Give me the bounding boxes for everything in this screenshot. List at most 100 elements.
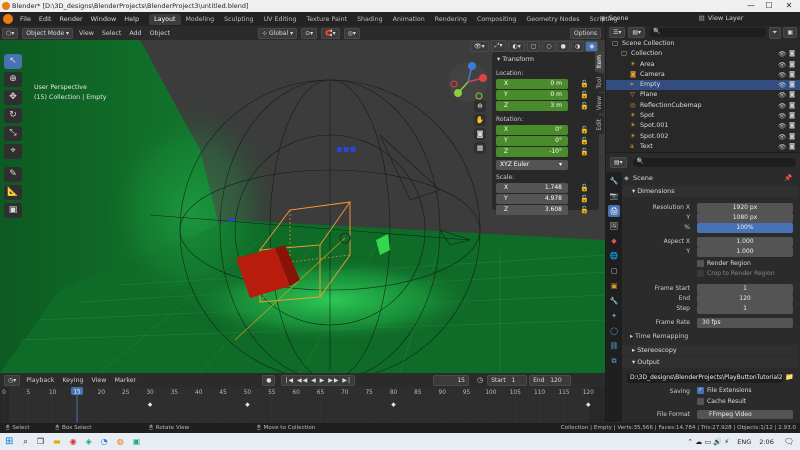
playback-controls[interactable]: |◀ ◀◀ ◀ ▶ ▶▶ ▶| [281, 374, 355, 386]
outliner-item[interactable]: ▢ Scene Collection [606, 39, 800, 49]
visibility-eye-icon[interactable]: 👁 [778, 61, 786, 69]
render-camera-icon[interactable]: ◙ [789, 71, 795, 78]
crop-region-checkbox[interactable]: Crop to Render Region [697, 270, 775, 277]
render-camera-icon[interactable]: ◙ [789, 122, 795, 129]
menu-object[interactable]: Object [150, 30, 171, 37]
outliner-editor-icon[interactable]: ☰▾ [609, 27, 626, 38]
annotate-icon[interactable]: ✎ [4, 167, 22, 182]
measure-icon[interactable]: 📐 [4, 185, 22, 200]
shading-rendered-icon[interactable]: ◉ [585, 40, 599, 52]
transform-icon[interactable]: ⌖ [4, 144, 22, 159]
visibility-eye-icon[interactable]: 👁 [778, 112, 786, 120]
collection-props-icon[interactable]: ▢ [608, 265, 620, 277]
shading-wireframe-icon[interactable]: ○ [542, 40, 556, 52]
render-camera-icon[interactable]: ◙ [789, 143, 795, 150]
menu-timeline-view[interactable]: View [92, 377, 107, 384]
menu-select[interactable]: Select [102, 30, 121, 37]
blender-menu-icon[interactable] [3, 14, 13, 24]
file-explorer-icon[interactable]: ▬ [53, 437, 61, 446]
output-props-icon[interactable]: 🖨 [608, 205, 620, 217]
outliner-search-input[interactable]: 🔍 [649, 28, 766, 37]
location-z-field[interactable]: Z3 m [496, 101, 568, 111]
pin-icon[interactable]: 📌 [784, 174, 792, 182]
scale-z-field[interactable]: Z 3.608 [496, 205, 568, 215]
cursor-icon[interactable]: ⊕ [4, 72, 22, 87]
location-y-field[interactable]: Y0 m [496, 90, 568, 100]
timeline-editor-icon[interactable]: ◷▾ [4, 374, 21, 386]
visibility-eye-icon[interactable]: 👁 [778, 102, 786, 110]
menu-add[interactable]: Add [129, 30, 141, 37]
edge-icon[interactable]: ◔ [101, 437, 108, 446]
tab-uv-editing[interactable]: UV Editing [259, 14, 302, 25]
scene-props-tab-icon[interactable]: ◆ [608, 235, 620, 247]
xray-icon[interactable]: ▢ [526, 40, 541, 52]
stereoscopy-section[interactable]: ▸ Stereoscopy [622, 345, 798, 356]
modifier-props-icon[interactable]: 🔧 [608, 295, 620, 307]
tab-view[interactable]: View [595, 93, 604, 114]
tab-geometry-nodes[interactable]: Geometry Nodes [521, 14, 584, 25]
snap-icon[interactable]: 🧲▾ [321, 27, 340, 39]
data-props-icon[interactable]: ⧉ [608, 355, 620, 367]
aspect-y-field[interactable]: 1.000 [697, 247, 793, 257]
gizmo-toggle-icon[interactable]: ⤢▾ [490, 40, 507, 52]
frame-step-field[interactable]: 1 [697, 304, 793, 314]
properties-editor-icon[interactable]: ▤▾ [610, 156, 627, 168]
rotation-z-field[interactable]: Z -10° [496, 147, 568, 157]
particles-props-icon[interactable]: ✦ [608, 310, 620, 322]
new-collection-icon[interactable]: ▣ [783, 27, 797, 38]
view-layer-props-icon[interactable]: 🖼 [608, 220, 620, 232]
options-button[interactable]: Options [569, 27, 601, 39]
windows-start-icon[interactable]: ⊞ [5, 436, 13, 447]
properties-search-input[interactable]: 🔍 [632, 157, 796, 167]
maximize-button[interactable]: ☐ [762, 1, 776, 10]
search-icon[interactable]: ⌕ [23, 437, 27, 447]
visibility-eye-icon[interactable]: 👁 [778, 50, 786, 58]
notification-icon[interactable]: 🗨 [784, 437, 794, 446]
render-camera-icon[interactable]: ◙ [789, 50, 795, 57]
scale-icon[interactable]: ⤡ [4, 126, 22, 141]
scale-y-field[interactable]: Y 4.978 [496, 194, 568, 204]
file-format-dropdown[interactable]: FFmpeg Video [697, 410, 793, 419]
menu-edit[interactable]: Edit [35, 15, 56, 23]
close-button[interactable]: ✕ [782, 1, 796, 10]
app-icon-2[interactable]: ▣ [133, 437, 141, 446]
render-camera-icon[interactable]: ◙ [789, 81, 795, 88]
output-section[interactable]: ▾ Output [622, 357, 798, 368]
outliner-item[interactable]: ☀ Area 👁 ◙ [606, 60, 800, 70]
tab-modeling[interactable]: Modeling [181, 14, 220, 25]
pan-hand-icon[interactable]: ✋ [474, 114, 486, 126]
tab-sculpting[interactable]: Sculpting [219, 14, 258, 25]
frame-end-field[interactable]: 120 [697, 294, 793, 304]
zoom-icon[interactable]: ⊕ [474, 100, 486, 112]
view-layer-selector[interactable]: View Layer [708, 14, 744, 22]
output-path-input[interactable]: D:\3D_designs\BlenderProjects\PlayButton… [627, 373, 783, 383]
render-camera-icon[interactable]: ◙ [789, 102, 795, 109]
overlay-toggle-icon[interactable]: ◐▾ [508, 40, 525, 52]
file-extensions-checkbox[interactable]: ✓ File Extensions [697, 387, 752, 394]
tab-shading[interactable]: Shading [352, 14, 388, 25]
tool-props-icon[interactable]: 🔧 [608, 175, 620, 187]
menu-help[interactable]: Help [120, 15, 143, 23]
tab-compositing[interactable]: Compositing [472, 14, 521, 25]
camera-view-icon[interactable]: ◙ [474, 128, 486, 140]
visibility-icon[interactable]: 👁▾ [470, 40, 489, 52]
mode-selector[interactable]: Object Mode ▾ [22, 27, 73, 39]
pivot-icon[interactable]: ⊙▾ [301, 27, 318, 39]
add-cube-icon[interactable]: ▣ [4, 203, 22, 218]
start-frame-field[interactable]: Start 1 [487, 374, 528, 386]
menu-marker[interactable]: Marker [114, 377, 136, 384]
transform-header[interactable]: ▾ Transform [492, 52, 599, 66]
time-remapping-section[interactable]: ▸ Time Remapping [630, 333, 688, 340]
visibility-eye-icon[interactable]: 👁 [778, 81, 786, 89]
tab-layout[interactable]: Layout [149, 13, 181, 25]
aspect-x-field[interactable]: 1.000 [697, 237, 793, 247]
render-camera-icon[interactable]: ◙ [789, 91, 795, 98]
tab-edit[interactable]: Edit [595, 115, 604, 134]
editor-type-icon[interactable]: ⬡▾ [2, 27, 19, 39]
resolution-y-field[interactable]: 1080 px [697, 213, 793, 223]
menu-render[interactable]: Render [55, 15, 86, 23]
render-region-checkbox[interactable]: Render Region [697, 260, 751, 267]
visibility-eye-icon[interactable]: 👁 [778, 71, 786, 79]
scene-selector[interactable]: Scene [609, 14, 699, 22]
frame-start-field[interactable]: 1 [697, 284, 793, 294]
